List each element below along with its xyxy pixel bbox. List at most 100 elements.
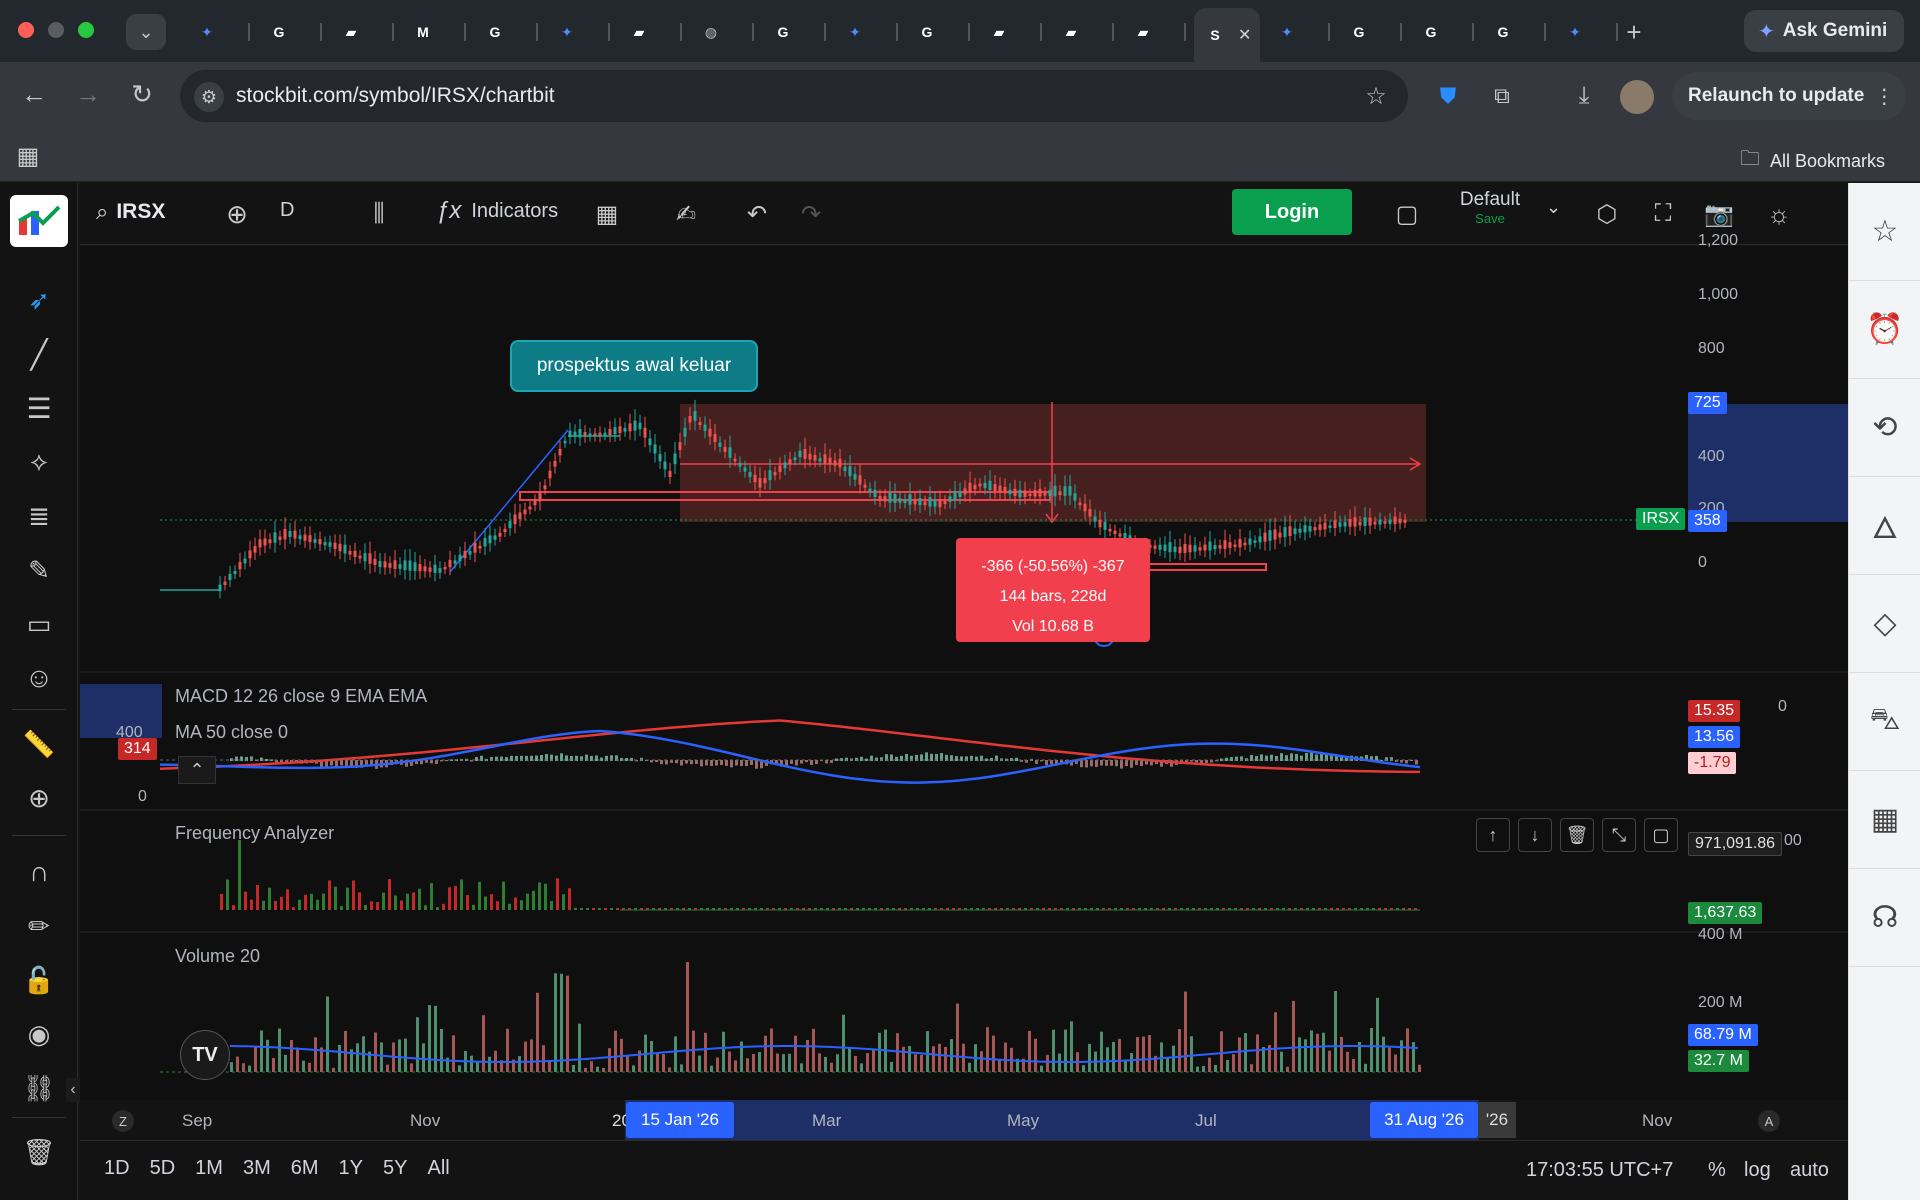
login-button[interactable]: Login [1232, 189, 1352, 235]
camera-icon[interactable]: 📷 [1702, 197, 1736, 231]
browser-tab[interactable]: G [906, 10, 972, 54]
browser-tab[interactable]: ✦ [1554, 10, 1620, 54]
stockbit-logo[interactable] [10, 195, 68, 247]
close-window-button[interactable] [18, 22, 34, 38]
theme-sun-icon[interactable]: ☼ [1762, 197, 1796, 231]
trendline-icon[interactable]: ╱ [18, 333, 60, 375]
back-button[interactable]: ← [16, 76, 52, 112]
browser-tab[interactable]: ▰ [618, 10, 684, 54]
site-info-icon[interactable]: ⚙ [194, 82, 224, 112]
watchlist-star-icon[interactable]: ☆ [1849, 183, 1920, 281]
unlock-icon[interactable]: 🔓 [18, 959, 60, 1001]
browser-tab[interactable]: G [258, 10, 324, 54]
log-toggle[interactable]: log [1744, 1159, 1771, 1182]
minimize-window-button[interactable] [48, 22, 64, 38]
redo-icon[interactable]: ↷ [794, 197, 828, 231]
maximize-window-button[interactable] [78, 22, 94, 38]
browser-tab[interactable]: G [1482, 10, 1548, 54]
diamond-icon[interactable]: ◇ [1849, 575, 1920, 673]
browser-tab[interactable]: G [1338, 10, 1404, 54]
timeframe-button[interactable]: 1M [195, 1157, 223, 1180]
trash-icon[interactable]: 🗑 [18, 1131, 60, 1173]
move-down-icon[interactable]: ↓ [1518, 818, 1552, 852]
gann-icon[interactable]: ≣ [18, 495, 60, 537]
url-text[interactable]: stockbit.com/symbol/IRSX/chartbit [236, 84, 555, 108]
fullscreen-icon[interactable]: ⛶ [1646, 197, 1680, 231]
tradingview-logo[interactable]: TV [180, 1030, 230, 1080]
ruler-icon[interactable]: 📏 [18, 723, 60, 765]
browser-tab[interactable]: ▰ [1050, 10, 1116, 54]
timeframe-button[interactable]: 5Y [383, 1157, 407, 1180]
browser-tab[interactable]: ◍ [690, 10, 756, 54]
cursor-icon[interactable]: ➶ [18, 279, 60, 321]
volume-title[interactable]: Volume 20 [175, 946, 260, 967]
browser-tab[interactable]: G [1410, 10, 1476, 54]
browser-tab[interactable]: ▰ [1122, 10, 1188, 54]
timeframe-button[interactable]: 1Y [339, 1157, 363, 1180]
tab-search-button[interactable]: ⌄ [126, 14, 166, 50]
timeframe-button[interactable]: 1D [104, 1157, 130, 1180]
browser-tab[interactable]: G [474, 10, 540, 54]
timeframe-button[interactable]: 6M [291, 1157, 319, 1180]
reload-button[interactable]: ↻ [124, 76, 160, 112]
download-icon[interactable]: ⤓ [1568, 80, 1600, 112]
delete-pane-icon[interactable]: 🗑 [1560, 818, 1594, 852]
settings-icon[interactable]: ⬡ [1590, 197, 1624, 231]
compare-add-icon[interactable]: ⊕ [220, 197, 254, 231]
magnet-icon[interactable]: ∩ [18, 851, 60, 893]
relaunch-button[interactable]: Relaunch to update ⋮ [1672, 72, 1906, 120]
zoom-in-icon[interactable]: ⊕ [18, 777, 60, 819]
ma-title[interactable]: MA 50 close 0 [175, 722, 288, 743]
layout-save-menu[interactable]: Default Save ⌄ [1450, 189, 1570, 235]
auto-scale-right[interactable]: A [1758, 1110, 1780, 1132]
interval-button[interactable]: D [280, 199, 294, 222]
new-tab-button[interactable]: + [1620, 17, 1648, 47]
browser-tab[interactable]: M [402, 10, 468, 54]
eye-icon[interactable]: ◉ [18, 1013, 60, 1055]
car-icon[interactable]: ⛍ [1849, 673, 1920, 771]
timeframe-button[interactable]: All [427, 1157, 449, 1180]
hot-flame-icon[interactable]: 🜂 [1849, 477, 1920, 575]
macd-title[interactable]: MACD 12 26 close 9 EMA EMA [175, 686, 427, 707]
indicators-button[interactable]: ƒx Indicators [436, 197, 558, 225]
browser-tab[interactable]: ✦ [1266, 10, 1332, 54]
link-icon[interactable]: ⛓ [18, 1067, 60, 1109]
all-bookmarks-button[interactable]: 🗀 All Bookmarks [1740, 144, 1885, 178]
symbol-search[interactable]: ⌕ IRSX [96, 199, 165, 225]
text-comment-icon[interactable]: ▭ [18, 603, 60, 645]
collapse-pane-icon[interactable]: ⤡ [1602, 818, 1636, 852]
calendar-icon[interactable]: ▦ [1849, 771, 1920, 869]
zoom-reset-left[interactable]: Z [112, 1110, 134, 1132]
annotation-callout[interactable]: prospektus awal keluar [510, 340, 758, 392]
browser-tab[interactable]: G [762, 10, 828, 54]
candles-type-icon[interactable]: ⫼ [362, 197, 396, 231]
shield-extension-icon[interactable]: ⛊ [1432, 80, 1464, 112]
draw-icon[interactable]: ✍ [666, 197, 706, 231]
extensions-icon[interactable]: ⧉ [1486, 80, 1518, 112]
templates-grid-icon[interactable]: ▦ [590, 197, 624, 231]
chart-canvas[interactable] [80, 246, 1848, 1100]
forward-button[interactable]: → [70, 76, 106, 112]
collapse-toolbar-icon[interactable]: ‹ [66, 1078, 80, 1102]
maximize-pane-icon[interactable]: ▢ [1644, 818, 1678, 852]
timeframe-button[interactable]: 3M [243, 1157, 271, 1180]
close-tab-icon[interactable]: ✕ [1238, 25, 1251, 45]
timeframe-button[interactable]: 5D [150, 1157, 176, 1180]
browser-tab[interactable]: ✦ [546, 10, 612, 54]
chart-area[interactable] [80, 246, 1848, 1100]
time-axis[interactable]: Z 20 15 Jan '26 31 Aug '26 '26 Sep Nov Mar… [80, 1100, 1848, 1140]
bookmark-star-icon[interactable]: ☆ [1360, 80, 1392, 112]
frequency-title[interactable]: Frequency Analyzer [175, 823, 334, 844]
emoji-icon[interactable]: ☺ [18, 657, 60, 699]
fib-lines-icon[interactable]: ☰ [18, 387, 60, 429]
lock-drawing-icon[interactable]: ✏ [18, 905, 60, 947]
browser-tab[interactable]: ▰ [330, 10, 396, 54]
collapse-panel-icon[interactable]: ⌃ [178, 756, 216, 784]
browser-tab[interactable]: S ✕ [1194, 8, 1260, 62]
apps-grid-icon[interactable]: ▦ [14, 142, 42, 170]
percent-toggle[interactable]: % [1708, 1159, 1726, 1182]
pattern-icon[interactable]: ⟡ [18, 441, 60, 483]
brush-icon[interactable]: ✎ [18, 549, 60, 591]
browser-tab[interactable]: ✦ [834, 10, 900, 54]
move-up-icon[interactable]: ↑ [1476, 818, 1510, 852]
